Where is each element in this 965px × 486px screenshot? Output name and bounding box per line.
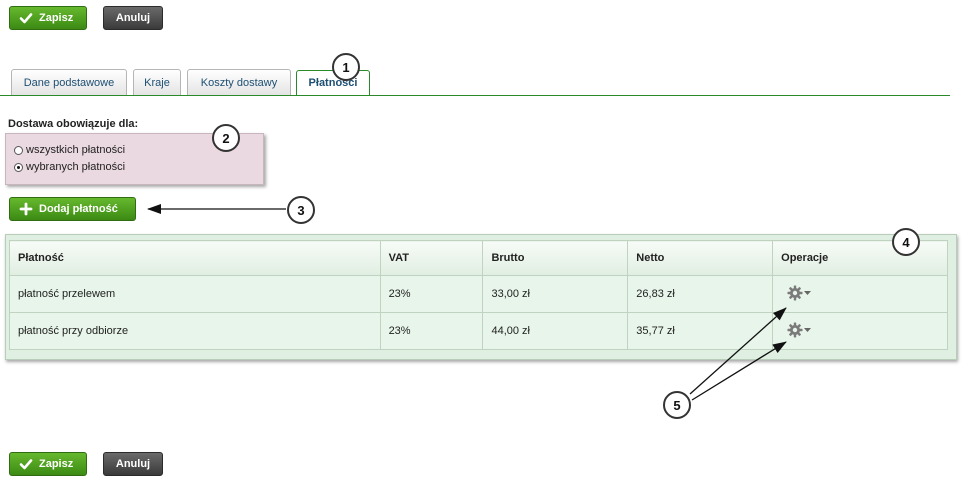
annotation-arrows [147,204,787,401]
callout-5: 5 [663,391,691,419]
callout-3: 3 [287,196,315,224]
cancel-button-bottom[interactable]: Anuluj [103,452,163,476]
cancel-button-label: Anuluj [115,458,151,470]
check-icon [19,457,33,471]
callout-2: 2 [212,124,240,152]
save-button-label: Zapisz [39,458,74,470]
callout-4: 4 [892,228,920,256]
save-button-bottom[interactable]: Zapisz [9,452,87,476]
callout-1: 1 [332,53,360,81]
